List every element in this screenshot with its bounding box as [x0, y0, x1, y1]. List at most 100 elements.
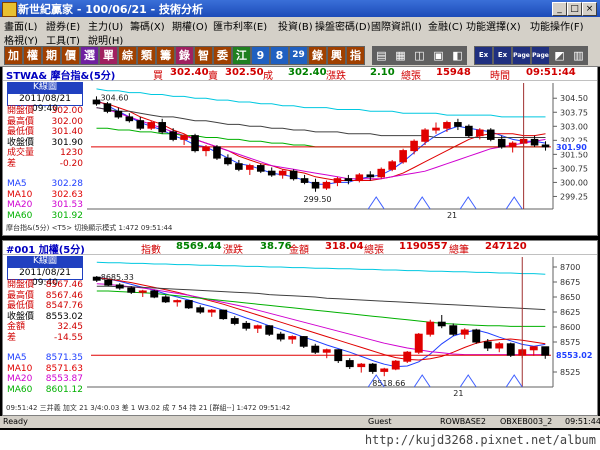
toolbar-button[interactable]: 指 [346, 46, 365, 65]
change-label: 漲跌 [223, 245, 243, 256]
candle-body [219, 309, 228, 320]
field-value: 302.00 [51, 106, 84, 116]
toolbar-button[interactable]: 興 [327, 46, 346, 65]
toolbar-button[interactable]: 綜 [118, 46, 137, 65]
index-value: 8569.44 [176, 241, 222, 252]
buy-label: 買 [153, 71, 163, 82]
chart-title: K線圖 [7, 256, 83, 267]
sell-label: 賣 [208, 71, 218, 82]
field-value: 301.40 [51, 127, 84, 137]
tool-icon[interactable]: ◫ [410, 46, 429, 65]
bar-datetime: 2011/08/21 09:40 [7, 93, 83, 114]
field-value: 8567.46 [45, 290, 83, 301]
maximize-icon[interactable]: □ [567, 2, 582, 16]
tool-icon[interactable]: ▥ [569, 46, 588, 65]
tool-icon[interactable]: ◩ [550, 46, 569, 65]
x-axis-label: 21 [447, 211, 457, 220]
status-bar: Ready Guest ROWBASE2 OBXEB003_2 09:51:44 [0, 416, 600, 428]
toolbar-button[interactable]: 籌 [156, 46, 175, 65]
candle-body [173, 300, 182, 303]
candle-body [530, 138, 539, 146]
change-label: 漲跌 [326, 71, 346, 82]
candle-body [230, 318, 239, 324]
toolbar-button[interactable]: 單 [99, 46, 118, 65]
candle-body [235, 163, 243, 170]
candle-body [437, 321, 446, 327]
ohlc-info-box: K線圖 2011/08/21 09:40 開盤價 8567.46 最高價 8567.… [7, 256, 83, 395]
toolbar-button[interactable]: Ex [493, 46, 512, 65]
candle-body [334, 349, 343, 362]
amount-value: 318.04 [325, 241, 364, 252]
close-icon[interactable]: × [582, 2, 597, 16]
toolbar-button[interactable]: 9 [251, 46, 270, 65]
toolbar-button[interactable]: 類 [137, 46, 156, 65]
y-tick-label: 8575 [560, 338, 580, 347]
tool-icon[interactable]: ▣ [429, 46, 448, 65]
candle-body [92, 99, 101, 105]
candle-body [207, 309, 216, 313]
toolbar-button[interactable]: 權 [23, 46, 42, 65]
candle-body [476, 129, 484, 137]
ma-label: MA10 [7, 189, 33, 200]
y-tick-label: 304.50 [560, 94, 588, 103]
symbol-name[interactable]: STWA& 摩台指&(5分) [6, 67, 115, 82]
field-value: 302.00 [51, 116, 84, 127]
candle-body [399, 150, 407, 163]
deal-label: 成 [263, 71, 273, 82]
toolbar-button[interactable]: 錄 [308, 46, 327, 65]
toolbar-button[interactable]: 智 [194, 46, 213, 65]
index-label: 指數 [141, 245, 161, 256]
toolbar-button[interactable]: 價 [61, 46, 80, 65]
bar-datetime: 2011/08/21 09:40 [7, 267, 83, 288]
candle-body [276, 333, 285, 340]
candle-body [449, 325, 458, 335]
candle-body [322, 181, 331, 189]
tool-icon[interactable]: ▤ [372, 46, 391, 65]
candle-body [127, 287, 136, 293]
indicator-mark [367, 196, 385, 210]
ma-label: MA60 [7, 210, 33, 221]
minimize-icon[interactable]: _ [552, 2, 567, 16]
toolbar-button[interactable]: 江 [232, 46, 251, 65]
toolbar-button[interactable]: 錄 [175, 46, 194, 65]
candle-body [355, 174, 364, 182]
candle-body [529, 346, 538, 351]
last-price-label: 8553.02 [556, 351, 592, 360]
field-value: -0.20 [59, 158, 83, 169]
symbol-name[interactable]: #001 加權(5分) [6, 241, 85, 256]
toolbar-button[interactable]: 加 [4, 46, 23, 65]
indicator-mark [459, 196, 477, 210]
toolbar-button[interactable]: 委 [213, 46, 232, 65]
candlestick-chart-index[interactable]: 8700 8675 8650 8625 8600 8575 8525 8685.33 8518.… [3, 255, 597, 401]
series-line [96, 290, 546, 327]
indicator-mark [459, 374, 477, 388]
toolbar-button[interactable]: 選 [80, 46, 99, 65]
candle-body [541, 144, 550, 148]
candle-body [388, 161, 396, 170]
toolbar-button[interactable]: 期 [42, 46, 61, 65]
candlestick-chart-futures[interactable]: 304.50303.75303.00302.25301.50300.75300.… [3, 81, 597, 221]
toolbar-button[interactable]: Page [531, 46, 550, 65]
toolbar-button[interactable]: Ex [474, 46, 493, 65]
candle-body [147, 122, 156, 129]
status-server: OBXEB003_2 [500, 417, 553, 426]
toolbar-button[interactable]: 29 [289, 46, 308, 65]
tool-icon[interactable]: ▦ [391, 46, 410, 65]
sell-price: 302.50 [225, 67, 264, 78]
candle-body [253, 325, 262, 329]
watermark-url: http://kujd3268.pixnet.net/album [364, 433, 596, 447]
field-label: 最高價 [7, 116, 35, 127]
candle-body [115, 284, 124, 289]
ma-value: 301.53 [51, 200, 84, 210]
candle-body [541, 346, 550, 356]
candle-body [256, 165, 265, 172]
ma-label: MA5 [7, 353, 27, 363]
toolbar-button[interactable]: Page [512, 46, 531, 65]
y-tick-label: 8625 [560, 308, 580, 317]
field-label: 開盤價 [7, 280, 35, 290]
candle-body [246, 165, 254, 170]
toolbar-button[interactable]: 8 [270, 46, 289, 65]
candle-body [114, 110, 123, 118]
tool-icon[interactable]: ◧ [448, 46, 467, 65]
field-value: 8553.02 [45, 311, 83, 322]
